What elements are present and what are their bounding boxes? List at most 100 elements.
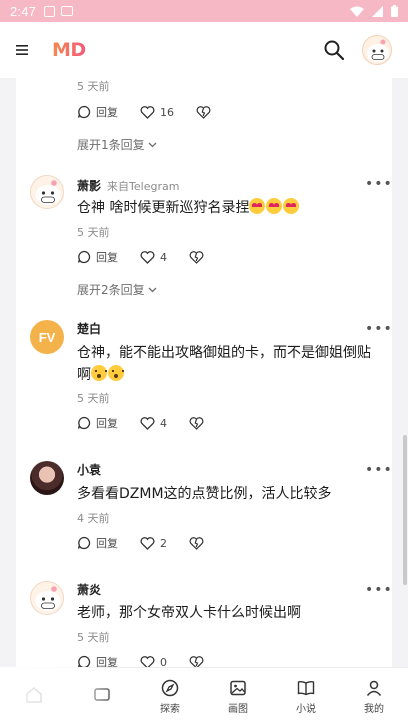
like-count: 4 xyxy=(160,250,167,264)
comment-avatar[interactable] xyxy=(30,581,64,615)
worried-emoji-icon xyxy=(91,365,107,381)
scrollbar[interactable] xyxy=(403,435,407,585)
comment-avatar[interactable]: FV xyxy=(30,320,64,354)
comment-avatar[interactable] xyxy=(30,461,64,495)
gallery-notification-icon xyxy=(61,6,74,16)
comment-author: 小袁 xyxy=(77,461,101,478)
dislike-button[interactable] xyxy=(189,250,204,264)
nav-item-explore[interactable]: 探索 xyxy=(136,668,204,725)
more-options-icon[interactable]: ••• xyxy=(365,177,392,191)
avatar-initials: FV xyxy=(38,329,56,345)
reply-button[interactable]: 回复 xyxy=(77,535,118,551)
search-icon[interactable] xyxy=(324,40,344,60)
broken-heart-icon xyxy=(189,250,204,264)
author-name[interactable]: 萧影 xyxy=(77,177,101,194)
user-avatar[interactable] xyxy=(362,35,392,65)
reply-label: 回复 xyxy=(96,417,118,430)
dislike-button[interactable] xyxy=(189,536,204,550)
comment-author: 萧影 来自Telegram xyxy=(77,177,179,194)
comment-text: 仓神，能不能出攻略御姐的卡，而不是御姐倒贴啊 xyxy=(77,342,377,386)
book-icon xyxy=(297,680,315,695)
comment-text-content: 仓神 啥时候更新巡狩名录捏 xyxy=(77,200,250,216)
broken-heart-icon xyxy=(196,105,211,119)
reply-button[interactable]: 回复 xyxy=(77,654,118,667)
reply-button[interactable]: 回复 xyxy=(77,249,118,265)
heart-icon xyxy=(140,536,155,550)
nav-item-novel[interactable]: 小说 xyxy=(272,668,340,725)
chevron-down-icon xyxy=(148,287,157,292)
dislike-button[interactable] xyxy=(189,416,204,430)
blob-mascot-icon xyxy=(35,180,61,205)
more-options-icon[interactable]: ••• xyxy=(365,583,392,597)
author-name[interactable]: 楚白 xyxy=(77,320,101,337)
comment-actions: 回复 4 xyxy=(77,415,226,431)
expand-label: 展开2条回复 xyxy=(77,283,145,297)
more-options-icon[interactable]: ••• xyxy=(365,463,392,477)
heart-icon xyxy=(140,250,155,264)
more-options-icon[interactable]: ••• xyxy=(365,322,392,336)
like-button[interactable]: 4 xyxy=(140,251,167,264)
comment-author: 楚白 xyxy=(77,320,101,337)
like-button[interactable]: 4 xyxy=(140,417,167,430)
notification-icon xyxy=(44,5,56,17)
blob-mascot-icon xyxy=(367,39,389,62)
like-button[interactable]: 16 xyxy=(140,106,174,119)
heart-eyes-emoji-icon xyxy=(266,198,283,214)
battery-icon xyxy=(391,5,398,17)
reply-bubble-icon xyxy=(77,105,91,119)
app-bar: MD xyxy=(0,22,408,78)
person-icon xyxy=(366,680,382,696)
nav-label: 画图 xyxy=(228,703,248,715)
heart-eyes-emoji-icon xyxy=(249,198,266,214)
signal-icon xyxy=(372,5,383,17)
nav-fade-overlay xyxy=(0,667,120,725)
author-name[interactable]: 小袁 xyxy=(77,461,101,478)
comment-actions: 回复 2 xyxy=(77,535,226,551)
comment-time: 5 天前 xyxy=(77,392,110,405)
reply-bubble-icon xyxy=(77,250,91,264)
like-button[interactable]: 0 xyxy=(140,655,167,667)
comment-time: 5 天前 xyxy=(77,226,110,239)
heart-eyes-emoji-icon xyxy=(283,198,300,214)
wifi-icon xyxy=(350,6,364,17)
like-count: 2 xyxy=(160,536,167,550)
reply-button[interactable]: 回复 xyxy=(77,104,118,120)
blob-mascot-icon xyxy=(35,586,61,611)
nav-item-draw[interactable]: 画图 xyxy=(204,668,272,725)
status-time: 2:47 xyxy=(10,3,37,19)
expand-replies-link[interactable]: 展开2条回复 xyxy=(77,281,157,298)
like-button[interactable]: 2 xyxy=(140,537,167,550)
comment-time: 5 天前 xyxy=(77,631,110,644)
comment-time: 5 天前 xyxy=(77,80,110,93)
like-count: 16 xyxy=(160,105,174,119)
worried-emoji-icon xyxy=(108,365,124,381)
chevron-down-icon xyxy=(148,142,157,147)
comment-text: 老师，那个女帝双人卡什么时候出啊 xyxy=(77,602,377,624)
comment-time: 4 天前 xyxy=(77,512,110,525)
broken-heart-icon xyxy=(189,416,204,430)
reply-label: 回复 xyxy=(96,106,118,119)
comment-actions: 回复 16 xyxy=(77,104,233,120)
reply-bubble-icon xyxy=(77,655,91,667)
expand-replies-link[interactable]: 展开1条回复 xyxy=(77,136,157,153)
author-name[interactable]: 萧炎 xyxy=(77,581,101,598)
dislike-button[interactable] xyxy=(189,655,204,667)
nav-label: 小说 xyxy=(296,703,316,715)
expand-label: 展开1条回复 xyxy=(77,138,145,152)
comments-panel: 5 天前 回复 16 展开1条回复 萧影 来自Telegram ••• 仓神 啥… xyxy=(16,78,392,667)
comment-text-content: 老师，那个女帝双人卡什么时候出啊 xyxy=(77,605,301,621)
app-logo[interactable]: MD xyxy=(52,39,86,61)
comment-text: 多看看DZMM这的点赞比例，活人比较多 xyxy=(77,483,377,505)
dislike-button[interactable] xyxy=(196,105,211,119)
comment-avatar[interactable] xyxy=(30,175,64,209)
reply-bubble-icon xyxy=(77,536,91,550)
nav-label: 我的 xyxy=(364,703,384,715)
reply-button[interactable]: 回复 xyxy=(77,415,118,431)
status-bar: 2:47 xyxy=(0,0,408,22)
comment-text: 仓神 啥时候更新巡狩名录捏 xyxy=(77,197,377,219)
nav-item-profile[interactable]: 我的 xyxy=(340,668,408,725)
comment-actions: 回复 4 xyxy=(77,249,226,265)
heart-icon xyxy=(140,655,155,667)
menu-icon[interactable] xyxy=(16,44,30,56)
heart-icon xyxy=(140,105,155,119)
